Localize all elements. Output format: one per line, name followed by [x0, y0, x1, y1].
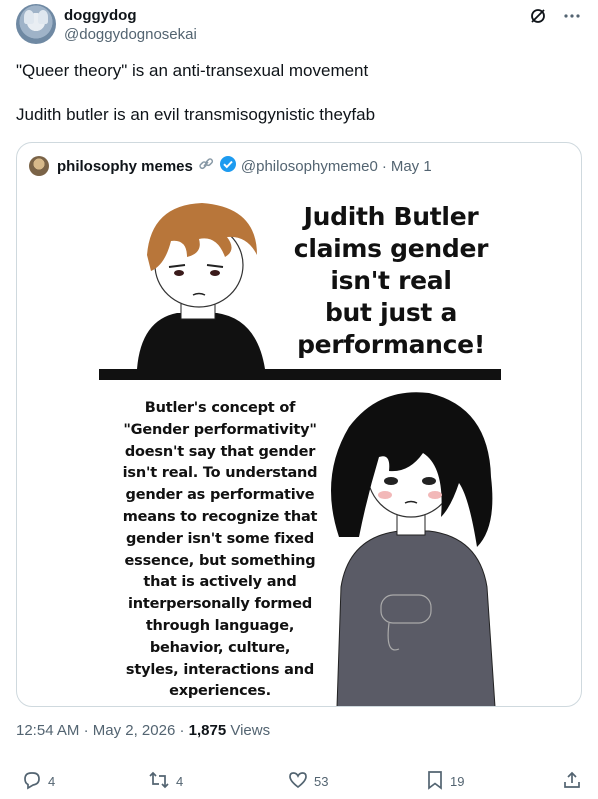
- tweet-header: doggydog @doggydognosekai: [16, 4, 582, 48]
- author-avatar[interactable]: [16, 4, 56, 44]
- views-label: Views: [230, 722, 271, 739]
- meme-body-line: behavior, culture,: [149, 639, 291, 656]
- meme-body-line: styles, interactions and: [125, 661, 315, 678]
- grok-icon[interactable]: [528, 6, 548, 26]
- tweet-meta: 12:54 AM · May 2, 2026 · 1,875 Views: [16, 722, 270, 739]
- avatar-ear-left: [24, 10, 34, 24]
- quote-separator: ·: [381, 157, 387, 175]
- meme-body-line: through language,: [145, 617, 295, 634]
- share-button[interactable]: [562, 770, 582, 793]
- quote-header: philosophy memes @philosophymeme0 · May …: [29, 155, 569, 177]
- link-icon: [197, 155, 215, 177]
- meme-body-line: essence, but something: [124, 552, 316, 569]
- repost-icon: [148, 770, 170, 793]
- meme-body-line: means to recognize that: [122, 508, 318, 525]
- meme-body-line: "Gender performativity": [123, 421, 317, 438]
- reply-count: 4: [48, 774, 56, 789]
- meta-separator: ·: [179, 722, 185, 739]
- top-actions: [528, 6, 582, 26]
- repost-button[interactable]: 4: [148, 770, 183, 793]
- views-count: 1,875: [188, 722, 227, 739]
- meme-title-line: claims gender: [293, 234, 489, 263]
- character-1-illustration: [137, 203, 265, 369]
- bookmark-button[interactable]: 19: [426, 770, 464, 793]
- tweet-time[interactable]: 12:54 AM: [16, 722, 79, 739]
- meme-body-line: doesn't say that gender: [124, 443, 316, 460]
- meme-title-line: performance!: [297, 330, 485, 359]
- meme-image[interactable]: Judith Butler claims gender isn't real b…: [99, 195, 501, 706]
- more-icon[interactable]: [562, 6, 582, 26]
- share-icon: [562, 770, 582, 793]
- quote-display-name[interactable]: philosophy memes: [57, 158, 193, 175]
- meme-body-line: isn't real. To understand: [122, 465, 318, 482]
- quote-avatar[interactable]: [29, 156, 49, 176]
- quoted-tweet[interactable]: philosophy memes @philosophymeme0 · May …: [16, 142, 582, 707]
- meta-separator: ·: [83, 722, 89, 739]
- meme-body-line: gender as performative: [125, 487, 315, 504]
- like-icon: [288, 770, 308, 793]
- meme-title-line: Judith Butler: [303, 202, 479, 231]
- action-bar: 4 4 53 19: [16, 770, 582, 794]
- tweet-text: "Queer theory" is an anti-transexual mov…: [16, 60, 582, 126]
- bookmark-count: 19: [450, 774, 465, 789]
- quote-handle[interactable]: @philosophymeme0: [241, 158, 378, 175]
- meme-body-line: experiences.: [169, 683, 271, 700]
- character-2-illustration: [331, 392, 496, 706]
- tweet-line-2: Judith butler is an evil transmisogynist…: [16, 105, 376, 124]
- meme-title-line: isn't real: [330, 266, 452, 295]
- bookmark-icon: [426, 770, 444, 793]
- avatar-ear-right: [38, 10, 48, 24]
- meme-body-line: that is actively and: [143, 574, 297, 591]
- like-count: 53: [314, 774, 329, 789]
- quote-date[interactable]: May 1: [391, 158, 432, 175]
- author-display-name[interactable]: doggydog: [64, 6, 197, 25]
- author-handle[interactable]: @doggydognosekai: [64, 25, 197, 44]
- repost-count: 4: [176, 774, 184, 789]
- reply-icon: [22, 770, 42, 793]
- meme-title-line: but just a: [324, 298, 458, 327]
- meme-title: Judith Butler claims gender isn't real b…: [281, 201, 501, 361]
- verified-icon: [219, 155, 237, 177]
- reply-button[interactable]: 4: [22, 770, 55, 793]
- tweet-line-1: "Queer theory" is an anti-transexual mov…: [16, 61, 369, 80]
- meme-body-line: Butler's concept of: [144, 400, 296, 416]
- author-block[interactable]: doggydog @doggydognosekai: [64, 6, 197, 44]
- like-button[interactable]: 53: [288, 770, 328, 793]
- tweet-date[interactable]: May 2, 2026: [93, 722, 176, 739]
- meme-body: Butler's concept of "Gender performativi…: [105, 398, 335, 703]
- meme-divider: [99, 369, 501, 380]
- meme-body-line: gender isn't some fixed: [125, 530, 315, 547]
- meme-body-line: interpersonally formed: [127, 596, 313, 613]
